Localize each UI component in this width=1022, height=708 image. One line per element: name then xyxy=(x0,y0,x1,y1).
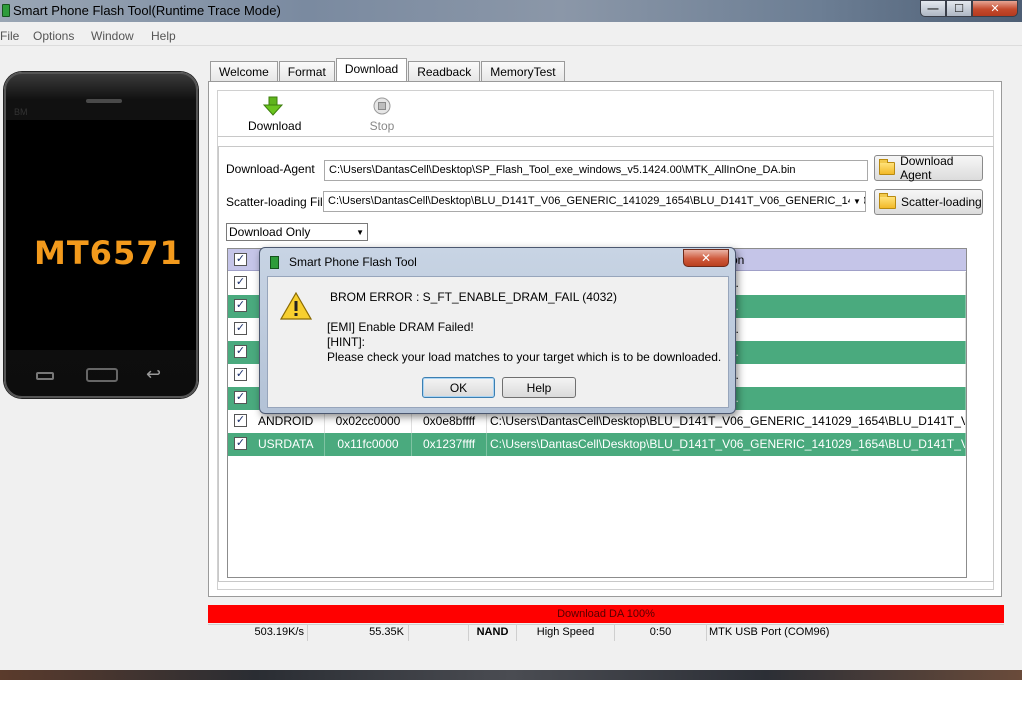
close-button[interactable]: ✕ xyxy=(972,0,1018,17)
chip-label: MT6571 xyxy=(34,234,183,272)
folder-icon xyxy=(879,158,896,175)
back-key-icon: ↩ xyxy=(146,364,162,384)
tab-format[interactable]: Format xyxy=(278,61,335,82)
window-title: Smart Phone Flash Tool(Runtime Trace Mod… xyxy=(13,3,281,18)
download-arrow-icon xyxy=(262,96,284,116)
error-detail: [EMI] Enable DRAM Failed! xyxy=(327,320,474,334)
download-agent-button[interactable]: Download Agent xyxy=(874,154,983,182)
progress-text: Download DA 100% xyxy=(557,608,655,620)
status-port: MTK USB Port (COM96) xyxy=(709,626,830,638)
row-checkbox[interactable]: ✓ xyxy=(234,391,247,404)
row-checkbox[interactable]: ✓ xyxy=(234,299,247,312)
status-time: 0:50 xyxy=(615,625,707,641)
scatter-loading-button-label: Scatter-loading xyxy=(901,195,982,209)
download-mode-value: Download Only xyxy=(229,225,311,239)
home-key-icon xyxy=(86,368,118,382)
cell-begin-address: 0x11fc0000 xyxy=(325,433,412,456)
tab-readback[interactable]: Readback xyxy=(408,61,481,82)
scatter-loading-button[interactable]: Scatter-loading xyxy=(874,189,983,215)
desktop-strip xyxy=(0,670,1022,680)
title-bar: Smart Phone Flash Tool(Runtime Trace Mod… xyxy=(0,0,1022,22)
hint-label: [HINT]: xyxy=(327,335,365,349)
download-mode-select[interactable]: Download Only ▼ xyxy=(226,223,368,241)
row-checkbox[interactable]: ✓ xyxy=(234,414,247,427)
download-agent-label: Download-Agent xyxy=(226,162,315,176)
menu-key-icon xyxy=(36,372,54,380)
select-all-checkbox[interactable]: ✓ xyxy=(234,253,247,266)
menu-bar: File Options Window Help xyxy=(0,22,1022,46)
cell-end-address: 0x1237ffff xyxy=(412,433,487,456)
progress-bar: Download DA 100% xyxy=(208,605,1004,623)
status-storage: NAND xyxy=(469,625,517,641)
table-row[interactable]: ✓ USRDATA 0x11fc0000 0x1237ffff C:\Users\Dan… xyxy=(228,433,966,456)
row-checkbox[interactable]: ✓ xyxy=(234,276,247,289)
cell-location: C:\Users\DantasCell\Desktop\BLU_D141T_V0… xyxy=(487,433,966,456)
maximize-button[interactable]: ☐ xyxy=(946,0,972,17)
tab-welcome[interactable]: Welcome xyxy=(210,61,278,82)
cell-name: USRDATA xyxy=(255,433,325,456)
combo-arrow-icon[interactable]: ▼ xyxy=(850,193,864,210)
error-dialog: Smart Phone Flash Tool ✕ BROM ERROR : S_… xyxy=(259,247,736,414)
minimize-button[interactable]: — xyxy=(920,0,946,17)
row-checkbox[interactable]: ✓ xyxy=(234,368,247,381)
tab-download[interactable]: Download xyxy=(335,58,408,82)
scatter-file-combo[interactable]: C:\Users\DantasCell\Desktop\BLU_D141T_V0… xyxy=(323,191,866,212)
tab-memorytest[interactable]: MemoryTest xyxy=(481,61,565,82)
row-checkbox[interactable]: ✓ xyxy=(234,437,247,450)
help-button[interactable]: Help xyxy=(502,377,576,398)
stop-tool-label: Stop xyxy=(369,119,395,133)
status-blank xyxy=(409,625,469,641)
phone-brand: BM xyxy=(14,107,28,117)
menu-file[interactable]: File xyxy=(0,29,19,43)
status-mode: High Speed xyxy=(517,625,615,641)
tab-bar: Welcome Format Download Readback MemoryT… xyxy=(210,58,566,82)
hint-text: Please check your load matches to your t… xyxy=(327,350,722,364)
dialog-close-button[interactable]: ✕ xyxy=(683,249,729,267)
scatter-file-label: Scatter-loading File xyxy=(226,195,330,209)
download-agent-path[interactable]: C:\Users\DantasCell\Desktop\SP_Flash_Too… xyxy=(324,160,868,181)
stop-tool-button[interactable]: Stop xyxy=(365,96,399,133)
phone-speaker xyxy=(86,99,122,103)
stop-icon xyxy=(373,97,391,115)
status-bar: 503.19K/s 55.35K NAND High Speed 0:50 MT… xyxy=(208,624,1004,641)
status-size: 55.35K xyxy=(308,625,409,641)
download-agent-button-label: Download Agent xyxy=(900,154,954,182)
menu-help[interactable]: Help xyxy=(151,29,176,43)
download-tool-label: Download xyxy=(248,119,302,133)
ok-button[interactable]: OK xyxy=(422,377,495,398)
menu-window[interactable]: Window xyxy=(91,29,134,43)
error-code: BROM ERROR : S_FT_ENABLE_DRAM_FAIL (4032… xyxy=(330,290,617,304)
folder-icon xyxy=(879,192,896,209)
warning-icon xyxy=(280,292,312,320)
dropdown-arrow-icon: ▼ xyxy=(356,228,364,237)
row-checkbox[interactable]: ✓ xyxy=(234,345,247,358)
dialog-title: Smart Phone Flash Tool xyxy=(289,255,417,269)
download-tool-button[interactable]: Download xyxy=(248,96,302,133)
status-speed: 503.19K/s xyxy=(208,625,308,641)
dialog-body: BROM ERROR : S_FT_ENABLE_DRAM_FAIL (4032… xyxy=(267,276,729,408)
row-checkbox[interactable]: ✓ xyxy=(234,322,247,335)
menu-options[interactable]: Options xyxy=(33,29,74,43)
toolbar-separator xyxy=(218,136,993,137)
phone-image: BM MT6571 ↩ xyxy=(4,72,198,398)
window-controls: — ☐ ✕ xyxy=(920,0,1018,18)
dialog-app-icon xyxy=(270,256,279,269)
app-icon xyxy=(2,4,10,17)
scatter-file-path: C:\Users\DantasCell\Desktop\BLU_D141T_V0… xyxy=(328,195,866,207)
